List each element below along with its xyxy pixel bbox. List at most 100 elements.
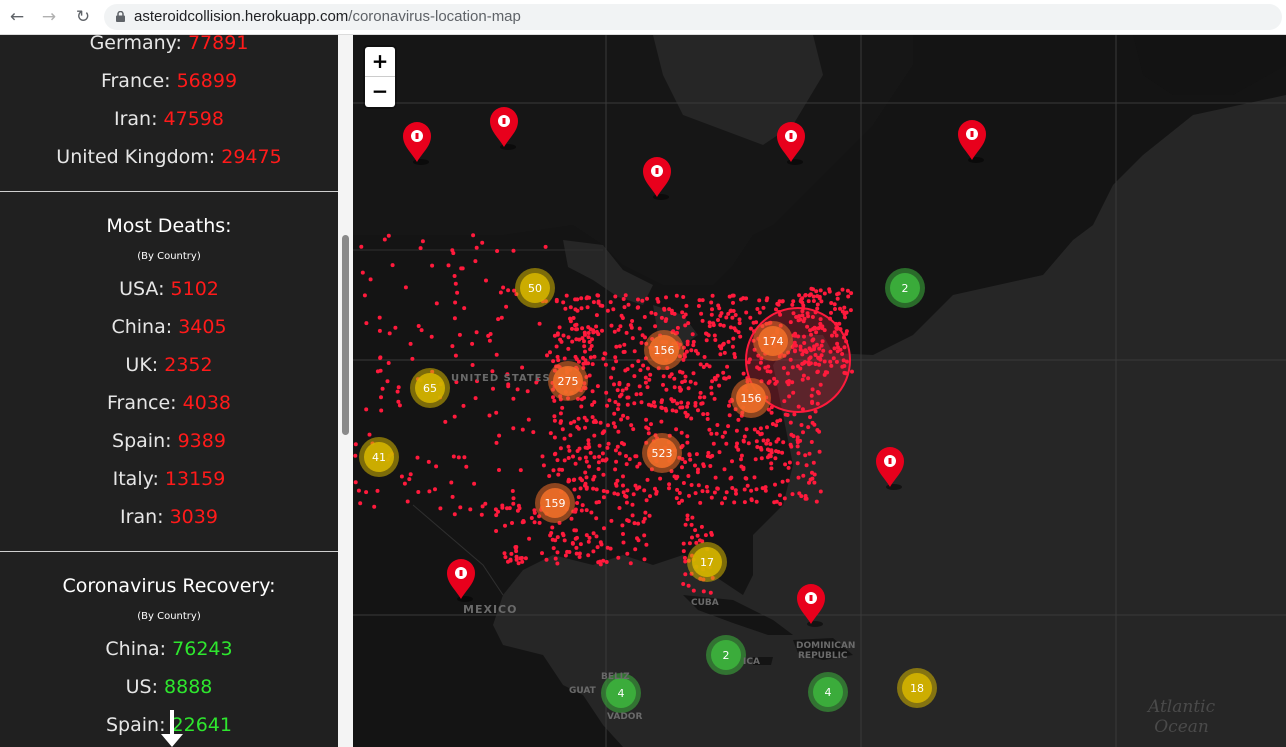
- case-dot: [615, 444, 620, 449]
- case-dot: [452, 512, 457, 517]
- country-label: USA:: [119, 278, 165, 300]
- case-dot: [797, 293, 802, 298]
- sidebar-scrollbar-thumb[interactable]: [342, 235, 349, 435]
- info-pin-icon: [876, 447, 904, 490]
- case-dot: [776, 449, 781, 454]
- zoom-in-button[interactable]: +: [365, 47, 395, 77]
- forward-arrow-icon[interactable]: →: [38, 6, 60, 28]
- zoom-out-button[interactable]: −: [365, 77, 395, 107]
- map-canvas[interactable]: 50 2 156 174 65 275 156 41 523 159 17 2 4 4 18 UNITED …: [353, 35, 1286, 747]
- case-dot: [560, 427, 565, 432]
- case-dot: [480, 240, 485, 245]
- case-dot: [628, 561, 633, 566]
- case-dot: [744, 476, 749, 481]
- case-dot: [674, 409, 679, 414]
- reload-icon[interactable]: ↻: [72, 6, 94, 28]
- case-dot: [543, 244, 548, 249]
- deaths-row: Iran: 3039: [0, 506, 338, 528]
- stats-sidebar[interactable]: Germany: 77891 France: 56899 Iran: 47598…: [0, 35, 338, 747]
- case-dot: [470, 363, 475, 367]
- case-dot: [827, 287, 832, 292]
- case-dot: [614, 359, 619, 364]
- case-dot: [748, 326, 753, 331]
- recovery-row: China: 76243: [0, 638, 338, 660]
- case-dot: [531, 430, 536, 435]
- case-dot: [721, 323, 726, 328]
- case-dot: [541, 463, 546, 468]
- case-dot: [591, 549, 596, 554]
- deaths-value: 9389: [177, 430, 226, 452]
- case-dot: [493, 507, 498, 512]
- case-dot: [613, 400, 618, 404]
- case-dot: [596, 460, 601, 465]
- case-dot: [497, 468, 501, 472]
- case-dot: [390, 263, 395, 268]
- case-dot: [591, 486, 596, 491]
- case-dot: [829, 301, 834, 305]
- case-dot: [744, 310, 749, 315]
- country-label: UK:: [125, 354, 159, 376]
- case-dot: [450, 248, 455, 253]
- case-dot: [532, 508, 537, 513]
- cases-value: 47598: [163, 108, 224, 130]
- case-dot: [395, 389, 400, 394]
- case-dot: [367, 432, 372, 437]
- case-dot: [591, 300, 596, 305]
- cluster-marker: 50: [515, 268, 555, 308]
- label-jamaica: ICA: [743, 657, 760, 667]
- case-dot: [587, 373, 592, 378]
- case-dot: [689, 348, 694, 353]
- case-dot: [407, 477, 412, 482]
- cluster-count: 159: [545, 497, 566, 510]
- case-dot: [648, 494, 652, 499]
- case-dot: [506, 384, 511, 389]
- case-dot: [602, 526, 606, 531]
- case-dot: [555, 535, 560, 540]
- case-dot: [584, 418, 589, 423]
- case-dot: [617, 382, 622, 387]
- case-dot: [617, 451, 622, 456]
- case-dot: [362, 293, 367, 298]
- case-dot: [811, 460, 816, 465]
- case-dot: [691, 339, 696, 344]
- country-label: Iran:: [113, 108, 158, 130]
- back-arrow-icon[interactable]: ←: [6, 6, 28, 28]
- deaths-row: China: 3405: [0, 316, 338, 338]
- case-dot: [632, 521, 637, 526]
- case-dot: [547, 474, 552, 478]
- case-dot: [612, 411, 617, 416]
- case-dot: [814, 289, 819, 294]
- case-dot: [611, 421, 616, 426]
- cluster-marker: 174: [753, 321, 793, 361]
- case-dot: [504, 304, 509, 309]
- case-dot: [574, 528, 578, 533]
- case-dot: [712, 490, 717, 495]
- case-dot: [712, 333, 717, 338]
- scroll-down-arrow-icon[interactable]: [161, 710, 183, 747]
- case-dot: [604, 390, 609, 395]
- case-dot: [685, 513, 690, 518]
- case-dot: [525, 389, 530, 394]
- case-dot: [776, 302, 781, 307]
- case-dot: [452, 316, 457, 321]
- case-dot: [583, 445, 588, 450]
- case-dot: [570, 541, 575, 546]
- case-dot: [594, 516, 599, 521]
- case-dot: [527, 536, 532, 541]
- case-dot: [625, 367, 630, 372]
- recovery-subheading: (By Country): [137, 611, 201, 622]
- case-dot: [403, 285, 408, 290]
- case-dot: [685, 339, 690, 344]
- case-dot: [606, 423, 610, 428]
- country-label: China:: [111, 316, 173, 338]
- case-dot: [661, 374, 666, 379]
- case-dot: [774, 307, 778, 312]
- address-bar[interactable]: asteroidcollision.herokuapp.com/coronavi…: [104, 4, 1282, 30]
- case-dot: [765, 455, 770, 460]
- case-dot: [509, 551, 514, 556]
- case-dot: [630, 513, 635, 518]
- case-dot: [596, 467, 601, 471]
- url-text: asteroidcollision.herokuapp.com/coronavi…: [134, 8, 521, 25]
- case-dot: [628, 323, 633, 328]
- case-dot: [600, 303, 605, 308]
